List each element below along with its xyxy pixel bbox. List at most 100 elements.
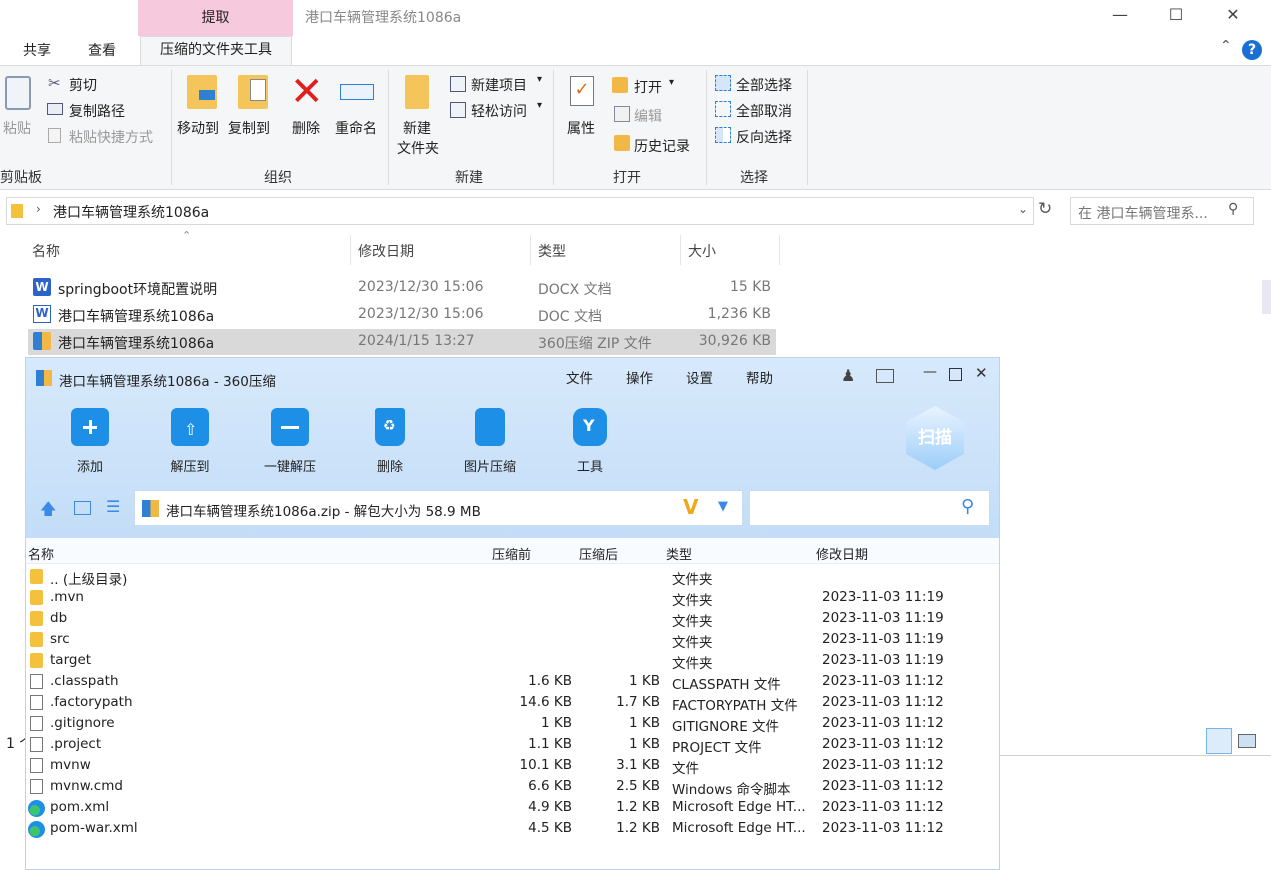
copy-to-button[interactable]: 复制到 bbox=[228, 118, 270, 138]
ribbon-separator bbox=[553, 70, 554, 185]
tab-compressed-folder-tools[interactable]: 压缩的文件夹工具 bbox=[140, 36, 292, 66]
cut-button[interactable]: 剪切 bbox=[69, 75, 97, 95]
zip-file-row[interactable]: mvnw.cmd 6.6 KB 2.5 KB Windows 命令脚本 2023-11-… bbox=[26, 776, 999, 798]
collapse-ribbon-icon[interactable]: ⌃ bbox=[1220, 38, 1232, 54]
menu-settings[interactable]: 设置 bbox=[686, 367, 713, 387]
zip-cell-before: 4.5 KB bbox=[528, 820, 572, 836]
file-row[interactable]: W springboot环境配置说明 2023/12/30 15:06 DOCX… bbox=[28, 275, 776, 301]
file-date: 2024/1/15 13:27 bbox=[358, 333, 475, 349]
zip-file-row[interactable]: target 文件夹 2023-11-03 11:19 bbox=[26, 650, 999, 672]
breadcrumb-chevron-icon: › bbox=[36, 202, 41, 216]
skin-icon[interactable]: ♟ bbox=[841, 366, 855, 385]
easy-access-button[interactable]: 轻松访问 bbox=[471, 101, 527, 121]
zip-file-row[interactable]: .factorypath 14.6 KB 1.7 KB FACTORYPATH 文件 2… bbox=[26, 692, 999, 714]
zip-maximize-button[interactable] bbox=[949, 368, 962, 381]
zip-column-name[interactable]: 名称 bbox=[28, 544, 54, 563]
path-dropdown-icon[interactable]: ▼ bbox=[718, 499, 728, 514]
rename-button[interactable]: 重命名 bbox=[335, 118, 377, 138]
breadcrumb-current[interactable]: 港口车辆管理系统1086a bbox=[53, 202, 209, 222]
file-type: 360压缩 ZIP 文件 bbox=[538, 336, 652, 352]
zip-file-row[interactable]: pom-war.xml 4.5 KB 1.2 KB Microsoft Edge HT… bbox=[26, 818, 999, 839]
column-name[interactable]: 名称 bbox=[32, 241, 60, 261]
zip-cell-name: .gitignore bbox=[50, 715, 115, 731]
zip-close-button[interactable]: ✕ bbox=[975, 364, 988, 382]
tool-extract-to[interactable]: ⇧ 解压到 bbox=[145, 408, 235, 475]
refresh-icon[interactable]: ↻ bbox=[1038, 199, 1052, 219]
column-date[interactable]: 修改日期 bbox=[358, 241, 414, 261]
zip-minimize-button[interactable]: — bbox=[923, 364, 937, 380]
details-view-icon[interactable] bbox=[1206, 728, 1232, 754]
history-dropdown-icon[interactable]: ⌄ bbox=[1018, 202, 1028, 216]
tool-tools[interactable]: Y 工具 bbox=[545, 408, 635, 475]
zip-file-row[interactable]: pom.xml 4.9 KB 1.2 KB Microsoft Edge HT... 2… bbox=[26, 797, 999, 818]
paste-button[interactable]: 粘贴 bbox=[3, 118, 31, 138]
paste-icon[interactable] bbox=[5, 76, 31, 110]
zip-file-row[interactable]: src 文件夹 2023-11-03 11:19 bbox=[26, 629, 999, 651]
select-all-button[interactable]: 全部选择 bbox=[736, 75, 792, 95]
new-folder-button-line1[interactable]: 新建 bbox=[403, 118, 431, 138]
zip-search-input[interactable] bbox=[749, 490, 990, 526]
zip-file-row[interactable]: .. (上级目录) 文件夹 bbox=[26, 566, 999, 588]
zip-file-row[interactable]: mvnw 10.1 KB 3.1 KB 文件 2023-11-03 11:12 bbox=[26, 755, 999, 777]
zip-file-row[interactable]: .gitignore 1 KB 1 KB GITIGNORE 文件 2023-11-03… bbox=[26, 713, 999, 735]
file-row[interactable]: W 港口车辆管理系统1086a 2023/12/30 15:06 DOC 文档 … bbox=[28, 302, 776, 328]
copy-path-button[interactable]: 复制路径 bbox=[69, 101, 125, 121]
tool-image-compress[interactable]: 图片压缩 bbox=[445, 408, 535, 475]
open-button[interactable]: 打开 bbox=[634, 77, 662, 97]
properties-button[interactable]: 属性 bbox=[567, 118, 595, 138]
tool-delete[interactable]: ♻ 删除 bbox=[345, 408, 435, 475]
history-button[interactable]: 历史记录 bbox=[634, 136, 690, 156]
file-row-selected[interactable]: 港口车辆管理系统1086a 2024/1/15 13:27 360压缩 ZIP … bbox=[28, 329, 776, 355]
new-item-button[interactable]: 新建项目 bbox=[471, 75, 527, 95]
tool-one-click-extract[interactable]: 一键解压 bbox=[245, 408, 335, 475]
edit-button[interactable]: 编辑 bbox=[634, 106, 662, 126]
scissors-icon: ✂ bbox=[48, 74, 61, 92]
feedback-icon[interactable] bbox=[876, 369, 894, 383]
up-level-icon[interactable]: 🡅 bbox=[40, 498, 56, 525]
move-to-button[interactable]: 移动到 bbox=[177, 118, 219, 138]
file-size: 1,236 KB bbox=[707, 306, 771, 322]
zip-file-row[interactable]: .project 1.1 KB 1 KB PROJECT 文件 2023-11-03 1… bbox=[26, 734, 999, 756]
sort-ascending-icon: ⌃ bbox=[182, 229, 192, 242]
file-type: DOCX 文档 bbox=[538, 282, 612, 298]
zip-column-before[interactable]: 压缩前 bbox=[492, 544, 531, 563]
tab-view[interactable]: 查看 bbox=[88, 40, 116, 60]
column-type[interactable]: 类型 bbox=[538, 241, 566, 261]
maximize-button[interactable]: ☐ bbox=[1153, 0, 1199, 32]
zip-file-row[interactable]: .classpath 1.6 KB 1 KB CLASSPATH 文件 2023-11-… bbox=[26, 671, 999, 693]
search-icon[interactable]: ⚲ bbox=[1228, 201, 1238, 217]
view-list-icon[interactable]: ☰ bbox=[106, 497, 120, 516]
help-icon[interactable]: ? bbox=[1242, 40, 1262, 60]
zip-file-row[interactable]: .mvn 文件夹 2023-11-03 11:19 bbox=[26, 587, 999, 609]
zip-search-icon[interactable]: ⚲ bbox=[961, 496, 974, 517]
tab-share[interactable]: 共享 bbox=[23, 40, 51, 60]
file-type: DOC 文档 bbox=[538, 309, 603, 325]
zip-cell-name: src bbox=[50, 631, 70, 647]
new-folder-button-line2[interactable]: 文件夹 bbox=[397, 138, 439, 158]
zip-cell-type: 文件夹 bbox=[672, 593, 713, 609]
menu-operation[interactable]: 操作 bbox=[626, 367, 653, 387]
close-button[interactable]: ✕ bbox=[1210, 0, 1256, 32]
extract-context-tab[interactable]: 提取 bbox=[138, 0, 293, 36]
invert-selection-button[interactable]: 反向选择 bbox=[736, 127, 792, 147]
menu-file[interactable]: 文件 bbox=[566, 367, 593, 387]
minimize-button[interactable]: — bbox=[1097, 0, 1143, 32]
zip-cell-date: 2023-11-03 11:19 bbox=[822, 631, 944, 647]
zip-column-type[interactable]: 类型 bbox=[666, 544, 692, 563]
vip-icon[interactable]: V bbox=[683, 495, 698, 519]
paste-shortcut-icon bbox=[48, 128, 61, 143]
paste-shortcut-button[interactable]: 粘贴快捷方式 bbox=[69, 127, 153, 147]
zip-column-after[interactable]: 压缩后 bbox=[579, 544, 618, 563]
zip-file-row[interactable]: db 文件夹 2023-11-03 11:19 bbox=[26, 608, 999, 630]
column-size[interactable]: 大小 bbox=[688, 241, 716, 261]
delete-button[interactable]: 删除 bbox=[292, 118, 320, 138]
zip-column-date[interactable]: 修改日期 bbox=[816, 544, 868, 563]
menu-help[interactable]: 帮助 bbox=[746, 367, 773, 387]
tool-add[interactable]: 添加 bbox=[45, 408, 135, 475]
zip-cell-date: 2023-11-03 11:12 bbox=[822, 736, 944, 752]
view-thumbnail-icon[interactable] bbox=[74, 501, 91, 515]
select-none-button[interactable]: 全部取消 bbox=[736, 101, 792, 121]
large-icons-view-icon[interactable] bbox=[1238, 734, 1256, 748]
folder-icon bbox=[30, 590, 43, 605]
column-separator bbox=[680, 235, 681, 265]
